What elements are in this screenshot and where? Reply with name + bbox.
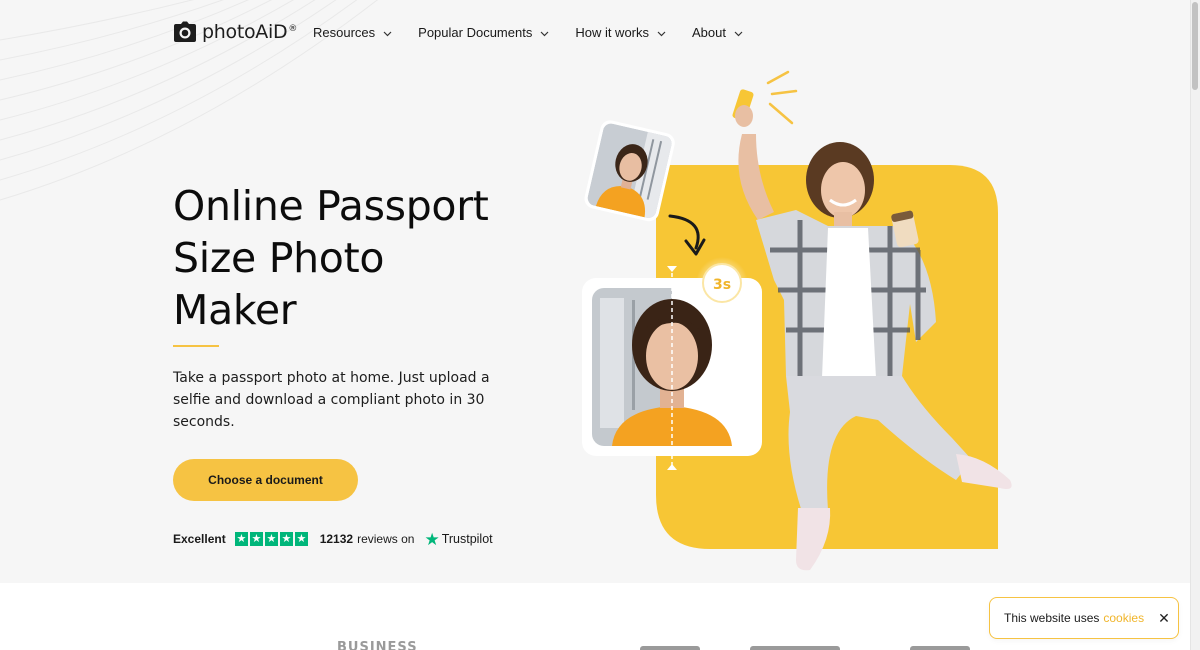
trustpilot-label: Trustpilot <box>441 532 493 546</box>
chevron-down-icon <box>540 25 549 40</box>
chevron-down-icon <box>657 25 666 40</box>
hero-section: photoAiD® Resources Popular Documents Ho… <box>0 0 1190 583</box>
choose-document-button[interactable]: Choose a document <box>173 459 358 501</box>
menu-item-popular-documents[interactable]: Popular Documents <box>418 25 549 40</box>
cookie-text: This website uses <box>1004 611 1100 625</box>
rating-stars: ★ ★ ★ ★ ★ <box>234 532 310 546</box>
close-icon[interactable]: ✕ <box>1158 610 1170 627</box>
menu-item-how-it-works[interactable]: How it works <box>575 25 666 40</box>
title-divider <box>173 345 219 347</box>
top-navigation: photoAiD® Resources Popular Documents Ho… <box>173 18 769 46</box>
star-icon: ★ <box>279 532 294 546</box>
page-scrollbar[interactable] <box>1190 0 1200 650</box>
trustpilot-link[interactable]: ★ Trustpilot <box>424 531 492 548</box>
star-icon: ★ <box>234 532 249 546</box>
star-icon: ★ <box>294 532 309 546</box>
title-line: Size Photo <box>173 234 385 282</box>
timer-label: 3s <box>713 277 731 293</box>
menu-item-label: How it works <box>575 24 650 40</box>
camera-logo-icon <box>174 21 196 42</box>
sparkle-lines <box>766 70 798 125</box>
press-logo-business: BUSINESS <box>337 640 418 650</box>
chevron-down-icon <box>383 25 392 40</box>
page-title: Online Passport Size Photo Maker <box>173 180 593 336</box>
main-menu: Resources Popular Documents How it works… <box>313 25 769 40</box>
title-line: Online Passport <box>173 182 489 230</box>
reviews-text: reviews on <box>357 532 415 546</box>
reviews-count: 12132 <box>319 532 354 546</box>
menu-item-about[interactable]: About <box>692 25 743 40</box>
cookies-link[interactable]: cookies <box>1103 611 1144 625</box>
press-logos-row: BUSINESS <box>0 640 1190 650</box>
trustpilot-star-icon: ★ <box>424 529 440 549</box>
title-line: Maker <box>173 286 297 334</box>
trustpilot-rating: Excellent ★ ★ ★ ★ ★ 12132 reviews on ★ T… <box>173 529 493 549</box>
menu-item-label: About <box>692 24 726 40</box>
chevron-down-icon <box>734 25 743 40</box>
star-icon: ★ <box>249 532 264 546</box>
rating-word: Excellent <box>173 532 226 546</box>
hero-description: Take a passport photo at home. Just uplo… <box>173 370 490 430</box>
logo-text: photoAiD® <box>202 21 298 43</box>
hero-illustration: 3s <box>582 70 1012 571</box>
logo-link[interactable]: photoAiD® <box>173 21 297 43</box>
cookie-notice: This website uses cookies ✕ <box>989 597 1179 639</box>
scrollbar-thumb[interactable] <box>1192 2 1198 90</box>
menu-item-label: Popular Documents <box>418 24 533 40</box>
menu-item-resources[interactable]: Resources <box>313 25 392 40</box>
menu-item-label: Resources <box>313 24 376 40</box>
star-icon: ★ <box>264 532 279 546</box>
press-logos-cropped <box>640 646 970 650</box>
